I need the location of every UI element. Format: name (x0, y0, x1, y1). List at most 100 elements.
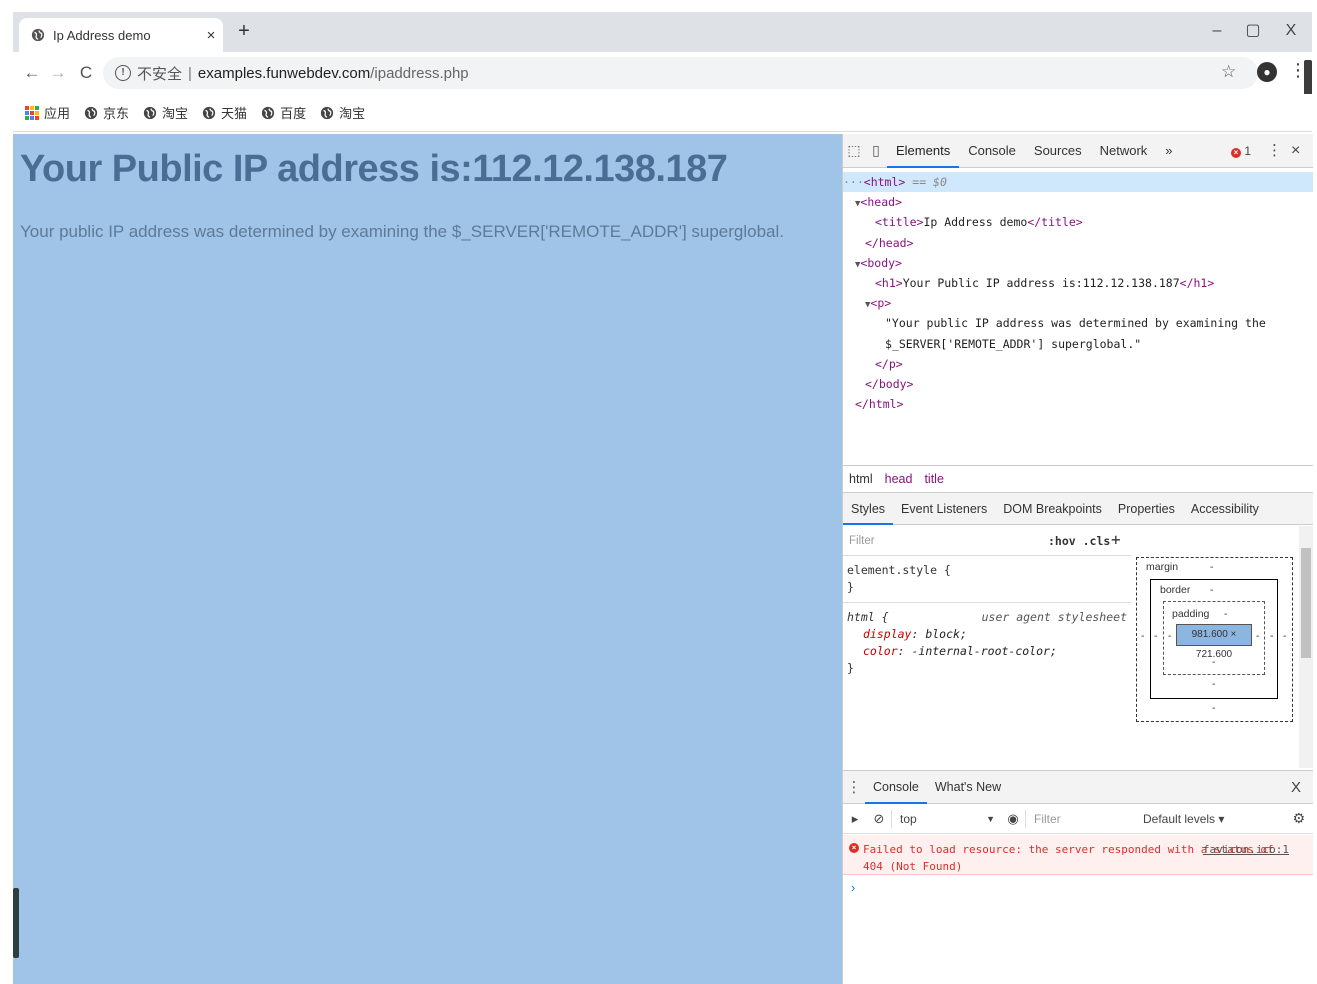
dom-node-body-close[interactable]: </body> (843, 374, 1313, 394)
inspect-element-icon[interactable]: ⬚ (843, 142, 865, 159)
subtab-properties[interactable]: Properties (1110, 493, 1183, 525)
css-prop-name: display (863, 627, 912, 641)
add-rule-icon[interactable]: + (1111, 530, 1121, 549)
tab-close-icon[interactable]: × (199, 27, 223, 44)
selected-marker: == $0 (912, 175, 947, 189)
css-prop-name: color (863, 644, 898, 658)
dom-node-body[interactable]: ▼<body> (843, 253, 1313, 273)
dom-tag: <html> (863, 175, 906, 189)
globe-icon (84, 106, 98, 119)
console-settings-gear-icon[interactable]: ⚙ (1292, 810, 1305, 827)
tab-sources[interactable]: Sources (1025, 134, 1091, 168)
styles-scroll-thumb[interactable] (1301, 548, 1311, 658)
css-prop-display[interactable]: display: block; (847, 626, 1127, 643)
dom-text-node-cont[interactable]: $_SERVER['REMOTE_ADDR'] superglobal." (843, 334, 1313, 354)
new-tab-button[interactable]: + (232, 20, 256, 44)
rule-element-style[interactable]: element.style { } (843, 556, 1131, 603)
live-expression-eye-icon[interactable]: ◉ (1001, 811, 1025, 827)
bookmark-label: 淘宝 (162, 106, 189, 121)
error-counter[interactable]: × 1 (1231, 134, 1251, 168)
hov-cls-toggle[interactable]: :hov .cls (1048, 534, 1110, 548)
console-sidebar-icon[interactable]: ▸ (843, 811, 867, 827)
page-heading: Your Public IP address is:112.12.138.187 (20, 148, 728, 190)
insecure-label: 不安全 (137, 65, 183, 83)
rule-html[interactable]: html { user agent stylesheet display: bl… (843, 603, 1131, 683)
globe-icon (31, 28, 45, 42)
drawer-menu-icon[interactable]: ⋮ (843, 778, 865, 796)
reload-button[interactable]: C (75, 62, 97, 84)
dom-node-html-close[interactable]: </html> (843, 394, 1313, 414)
forward-button[interactable]: → (47, 62, 69, 84)
console-error-message[interactable]: × Failed to load resource: the server re… (843, 835, 1313, 875)
dom-node-head[interactable]: ▼<head> (843, 192, 1313, 212)
maximize-button[interactable]: ▢ (1241, 20, 1265, 44)
device-toolbar-icon[interactable]: ▯ (865, 142, 887, 159)
tab-network[interactable]: Network (1091, 134, 1157, 168)
dom-node-title[interactable]: <title>Ip Address demo</title> (843, 212, 1313, 232)
error-source-link[interactable]: favicon.ico:1 (1203, 841, 1289, 858)
tab-console[interactable]: Console (959, 134, 1025, 168)
dom-text-node[interactable]: "Your public IP address was determined b… (843, 313, 1313, 333)
bookmark-label: 京东 (103, 106, 130, 121)
bookmark-jd[interactable]: 京东 (84, 103, 129, 122)
address-bar[interactable]: ! 不安全 | examples.funwebdev.com /ipaddres… (103, 57, 1258, 89)
rule-close: } (847, 661, 854, 675)
dom-tag: </body> (865, 376, 914, 391)
box-border-left: - (1154, 630, 1158, 642)
tab-elements[interactable]: Elements (887, 134, 960, 168)
globe-icon (261, 106, 275, 119)
breadcrumb-head[interactable]: head (885, 472, 913, 486)
dom-node-head-close[interactable]: </head> (843, 233, 1313, 253)
tab-ip-address-demo[interactable]: Ip Address demo × (19, 18, 223, 52)
address-separator: | (188, 64, 192, 82)
back-button[interactable]: ← (21, 62, 43, 84)
subtab-accessibility[interactable]: Accessibility (1183, 493, 1267, 525)
console-prompt[interactable]: › (851, 880, 855, 895)
console-toolbar: ▸ ⊘ top ▼ ◉ Filter Default levels ▾ ⚙ (843, 804, 1313, 834)
bookmark-star-icon[interactable]: ☆ (1221, 62, 1236, 82)
bookmark-label: 百度 (280, 106, 307, 121)
bookmark-tmall[interactable]: 天猫 (202, 103, 247, 122)
console-filter-input[interactable]: Filter (1025, 809, 1135, 828)
rule-close: } (847, 580, 854, 594)
dom-tag: <head> (860, 195, 902, 210)
breadcrumb-html[interactable]: html (849, 472, 873, 486)
drawer-tab-bar: ⋮ Console What's New X (843, 770, 1313, 804)
devtools-menu-icon[interactable]: ⋮ (1267, 134, 1282, 168)
bookmark-taobao-2[interactable]: 淘宝 (320, 103, 365, 122)
minimize-button[interactable]: – (1205, 20, 1229, 44)
profile-avatar-icon[interactable]: ● (1257, 62, 1277, 82)
breadcrumb-title[interactable]: title (924, 472, 943, 486)
info-icon[interactable]: ! (115, 65, 131, 81)
dom-node-html[interactable]: ···<html> == $0 (843, 172, 1313, 193)
globe-icon (143, 106, 157, 119)
styles-scrollbar[interactable] (1299, 526, 1313, 768)
context-selector[interactable]: top ▼ (891, 809, 1001, 828)
styles-filter[interactable]: Filter :hov .cls + (843, 526, 1131, 556)
dom-text: Your Public IP address is:112.12.138.187 (902, 275, 1180, 290)
dom-node-h1[interactable]: <h1>Your Public IP address is:112.12.138… (843, 273, 1313, 293)
dom-node-p-close[interactable]: </p> (843, 354, 1313, 374)
error-count: 1 (1244, 144, 1252, 158)
drawer-tab-console[interactable]: Console (865, 770, 927, 804)
box-content[interactable]: 981.600 × 721.600 (1176, 624, 1252, 660)
drawer-tab-whats-new[interactable]: What's New (927, 770, 1009, 804)
devtools-close-icon[interactable]: × (1291, 134, 1300, 168)
box-border-label: border (1160, 584, 1191, 596)
bookmark-apps[interactable]: 应用 (25, 103, 70, 122)
bookmark-baidu[interactable]: 百度 (261, 103, 306, 122)
subtab-styles[interactable]: Styles (843, 493, 894, 525)
clear-console-icon[interactable]: ⊘ (867, 811, 891, 827)
subtab-event-listeners[interactable]: Event Listeners (893, 493, 995, 525)
css-prop-color[interactable]: color: -internal-root-color; (847, 643, 1127, 660)
close-window-button[interactable]: X (1279, 20, 1303, 44)
subtab-dom-breakpoints[interactable]: DOM Breakpoints (995, 493, 1110, 525)
page-scroll-handle[interactable] (13, 888, 19, 958)
drawer-close-icon[interactable]: X (1291, 771, 1301, 805)
bookmark-taobao[interactable]: 淘宝 (143, 103, 188, 122)
error-icon: × (1231, 148, 1241, 158)
dom-node-p[interactable]: ▼<p> (843, 293, 1313, 313)
box-border-top: - (1210, 584, 1214, 596)
more-tabs-icon[interactable]: » (1156, 134, 1181, 168)
log-levels-dropdown[interactable]: Default levels ▾ (1135, 812, 1224, 826)
